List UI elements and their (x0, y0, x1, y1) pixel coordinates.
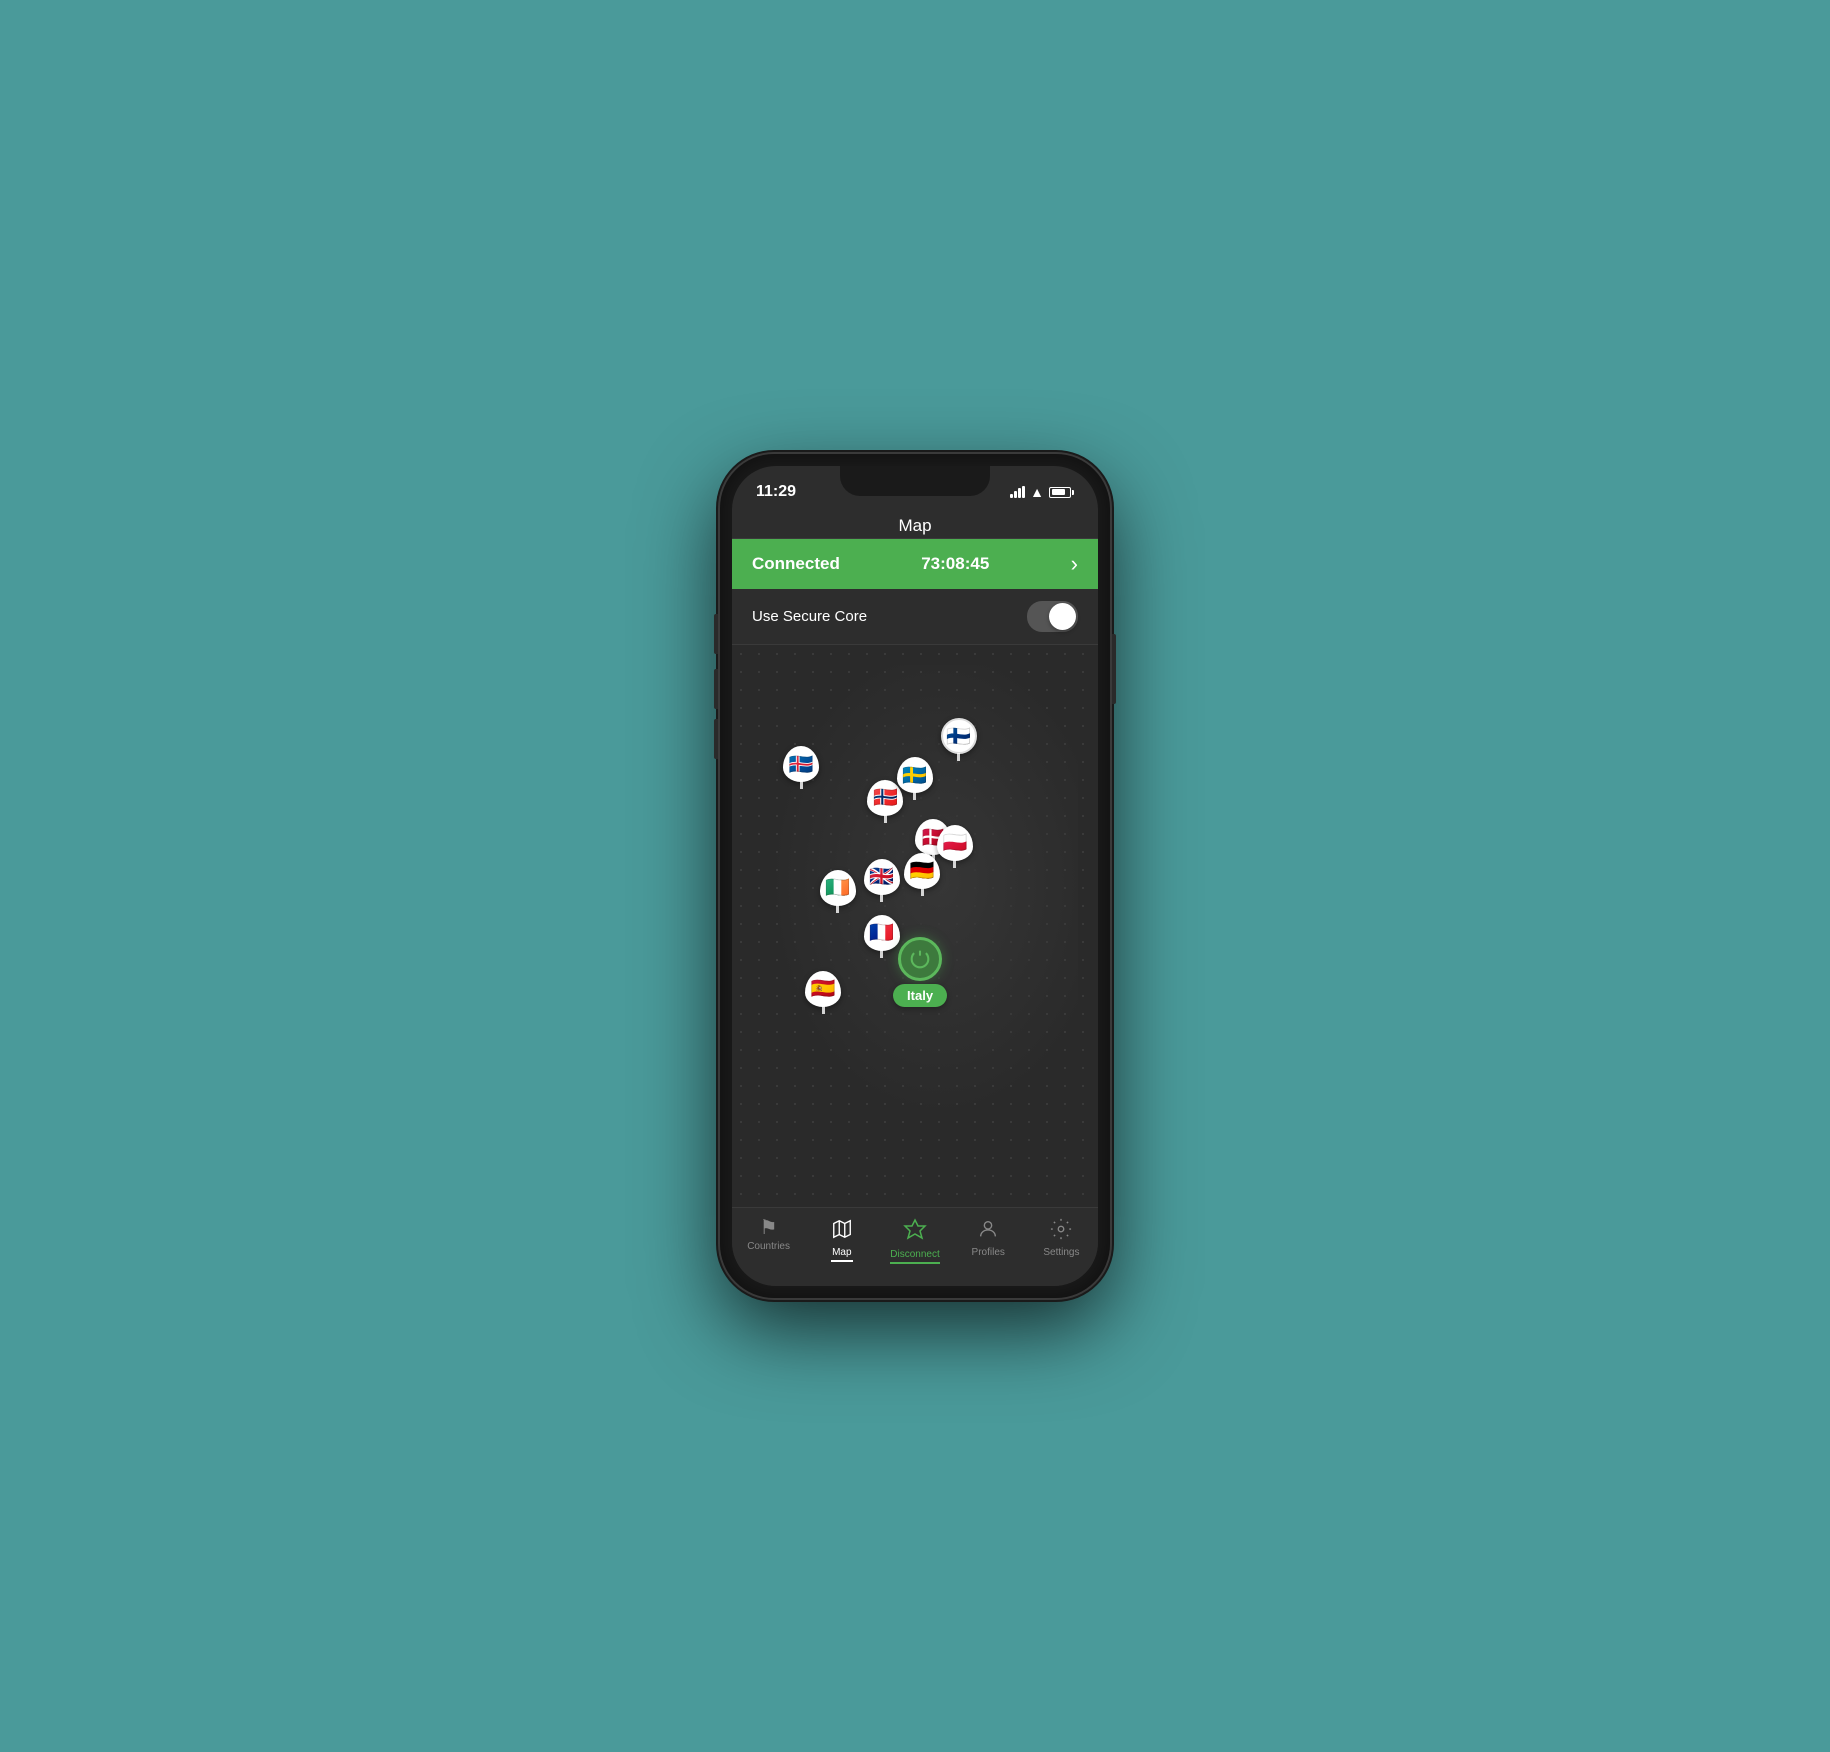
secure-core-toggle[interactable] (1027, 601, 1078, 632)
power-button[interactable] (898, 937, 942, 981)
tab-countries[interactable]: ⚑ Countries (732, 1216, 805, 1266)
tab-disconnect-label: Disconnect (890, 1249, 939, 1260)
battery-icon (1049, 487, 1074, 498)
flag-pin-finland[interactable]: 🇫🇮 (941, 718, 977, 761)
secure-core-label: Use Secure Core (752, 608, 867, 625)
phone-device: 11:29 ▲ Map (720, 454, 1110, 1298)
tab-bar: ⚑ Countries Map (732, 1207, 1098, 1286)
tab-profiles-label: Profiles (972, 1247, 1005, 1258)
flag-pin-poland[interactable]: 🇵🇱 (937, 825, 973, 868)
flag-circle-ireland: 🇮🇪 (820, 870, 856, 906)
italy-label: Italy (893, 984, 947, 1007)
europe-overlay (772, 665, 1078, 1147)
italy-active-pin[interactable]: Italy (893, 937, 947, 1007)
flag-pin-ireland[interactable]: 🇮🇪 (820, 870, 856, 913)
tab-settings[interactable]: Settings (1025, 1216, 1098, 1266)
status-icons: ▲ (1010, 484, 1074, 500)
map-icon (831, 1218, 853, 1244)
signal-icon (1010, 486, 1025, 498)
flag-pin-uk[interactable]: 🇬🇧 (864, 859, 900, 902)
secure-core-bar: Use Secure Core (732, 589, 1098, 645)
tab-profiles[interactable]: Profiles (952, 1216, 1025, 1266)
map-area[interactable]: 🇮🇸 🇳🇴 🇸🇪 🇫🇮 🇩🇰 (732, 645, 1098, 1207)
flag-pin-germany[interactable]: 🇩🇪 (904, 853, 940, 896)
flag-circle-sweden: 🇸🇪 (897, 757, 933, 793)
flag-circle-poland: 🇵🇱 (937, 825, 973, 861)
tab-disconnect[interactable]: Disconnect (878, 1216, 951, 1266)
profiles-icon (977, 1218, 999, 1244)
tab-map-label: Map (832, 1247, 851, 1258)
notch (840, 466, 990, 496)
disconnect-icon (903, 1218, 927, 1246)
flag-circle-spain: 🇪🇸 (805, 971, 841, 1007)
tab-settings-label: Settings (1043, 1247, 1079, 1258)
countries-icon: ⚑ (760, 1218, 778, 1238)
connection-timer: 73:08:45 (921, 554, 989, 574)
toggle-knob (1049, 603, 1076, 630)
flag-circle-germany: 🇩🇪 (904, 853, 940, 889)
wifi-icon: ▲ (1030, 484, 1044, 500)
flag-pin-sweden[interactable]: 🇸🇪 (897, 757, 933, 800)
tab-map[interactable]: Map (805, 1216, 878, 1266)
flag-pin-spain[interactable]: 🇪🇸 (805, 971, 841, 1014)
connection-status: Connected (752, 554, 840, 574)
flag-circle-uk: 🇬🇧 (864, 859, 900, 895)
connected-arrow-icon[interactable]: › (1071, 551, 1078, 577)
phone-screen: 11:29 ▲ Map (732, 466, 1098, 1286)
status-time: 11:29 (756, 483, 796, 501)
nav-title: Map (732, 510, 1098, 539)
flag-circle-iceland: 🇮🇸 (783, 746, 819, 782)
flag-pin-iceland[interactable]: 🇮🇸 (783, 746, 819, 789)
settings-icon (1050, 1218, 1072, 1244)
flag-circle-finland: 🇫🇮 (941, 718, 977, 754)
tab-countries-label: Countries (747, 1241, 790, 1252)
connected-bar[interactable]: Connected 73:08:45 › (732, 539, 1098, 589)
